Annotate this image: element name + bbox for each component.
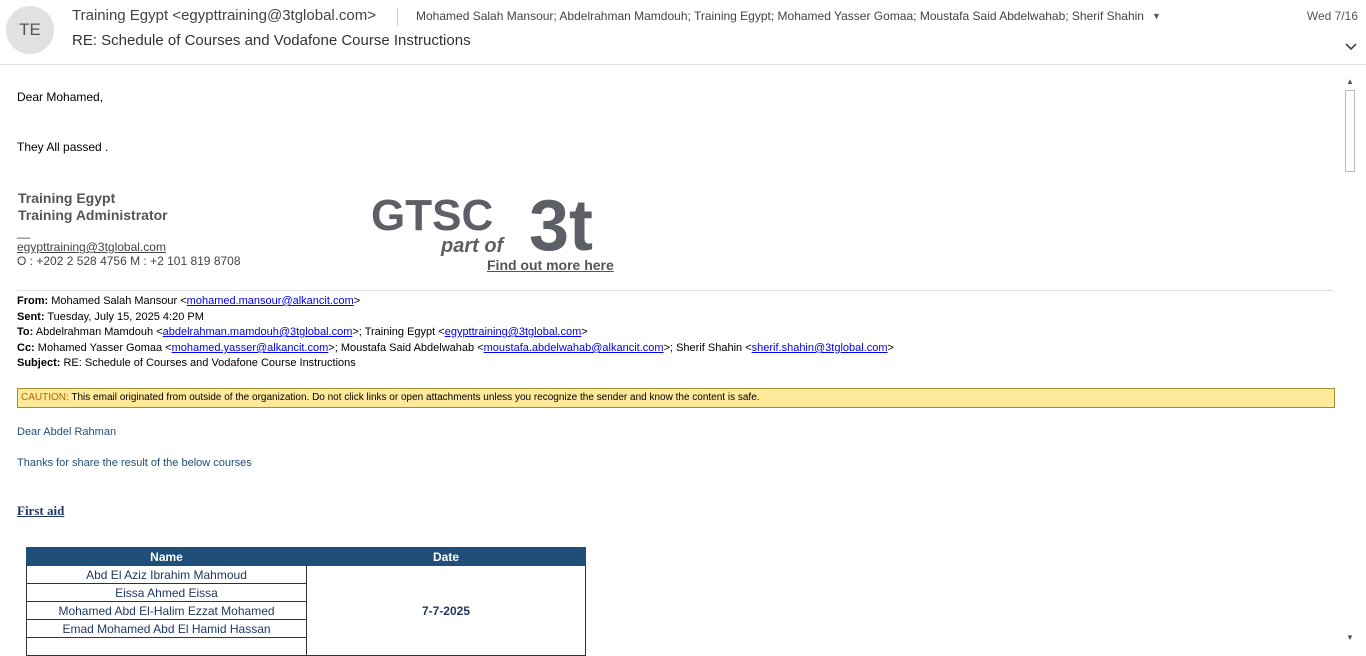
quoted-cc: Cc: Mohamed Yasser Gomaa <mohamed.yasser… (17, 341, 894, 357)
sender-from[interactable]: Training Egypt <egypttraining@3tglobal.c… (72, 7, 376, 24)
logo-brand: 3t (529, 186, 593, 266)
caution-banner: CAUTION: This email originated from outs… (17, 388, 1335, 408)
greeting: Dear Mohamed, (17, 90, 104, 104)
quoted-greeting: Dear Abdel Rahman (17, 426, 117, 438)
quoted-from: From: Mohamed Salah Mansour <mohamed.man… (17, 294, 360, 310)
message-subject: RE: Schedule of Courses and Vodafone Cou… (72, 32, 471, 49)
table-row: Abd El Aziz Ibrahim Mahmoud 7-7-2025 (26, 565, 586, 656)
caret-down-icon[interactable]: ▼ (1152, 11, 1161, 21)
recipients-text: Mohamed Salah Mansour; Abdelrahman Mamdo… (416, 9, 1144, 23)
cc-3-name: >; Sherif Shahin < (663, 342, 752, 354)
quoted-thanks: Thanks for share the result of the below… (17, 457, 252, 469)
find-out-more-link[interactable]: Find out more here (487, 257, 614, 273)
name-cell: Abd El Aziz Ibrahim Mahmoud (26, 565, 307, 584)
message-header: TE Training Egypt <egypttraining@3tgloba… (0, 0, 1366, 65)
from-email-link[interactable]: mohamed.mansour@alkancit.com (187, 295, 354, 307)
to-2-name: >; Training Egypt < (352, 326, 445, 338)
to-2-email-link[interactable]: egypttraining@3tglobal.com (445, 326, 582, 338)
to-label: To: (17, 326, 34, 338)
caution-label: CAUTION: (21, 392, 69, 403)
cc-close: > (887, 342, 894, 354)
name-cell: Eissa Ahmed Eissa (26, 583, 307, 602)
cc-label: Cc: (17, 342, 35, 354)
to-1-email-link[interactable]: abdelrahman.mamdouh@3tglobal.com (163, 326, 353, 338)
to-close: > (581, 326, 588, 338)
signature-dash: __ (17, 225, 31, 239)
quote-divider (17, 290, 1333, 291)
section-title: First aid (17, 503, 65, 518)
quoted-to: To: Abdelrahman Mamdouh <abdelrahman.mam… (17, 325, 588, 341)
from-name: Mohamed Salah Mansour < (51, 295, 187, 307)
message-text: They All passed . (17, 140, 109, 154)
sent-label: Sent: (17, 311, 45, 323)
logo-sub: part of (440, 235, 506, 257)
cc-3-email-link[interactable]: sherif.shahin@3tglobal.com (752, 342, 888, 354)
signature-phones: O : +202 2 528 4756 M : +2 101 819 8708 (17, 254, 241, 268)
quoted-sent: Sent: Tuesday, July 15, 2025 4:20 PM (17, 310, 204, 326)
chevron-down-icon[interactable] (1344, 40, 1358, 54)
caution-text: This email originated from outside of th… (68, 392, 760, 403)
signature-email-link[interactable]: egypttraining@3tglobal.com (17, 240, 166, 254)
header-divider (397, 8, 398, 26)
course-results-table: Name Date Abd El Aziz Ibrahim Mahmoud 7-… (26, 547, 586, 656)
message-date: Wed 7/16 (1306, 9, 1358, 23)
scrollbar-thumb[interactable] (1345, 90, 1355, 172)
from-close: > (353, 295, 361, 307)
quoted-subject: Subject: RE: Schedule of Courses and Vod… (17, 356, 356, 372)
cc-2-name: >; Moustafa Said Abdelwahab < (328, 342, 484, 354)
message-body: Dear Mohamed, They All passed . Training… (17, 65, 1335, 656)
scroll-up-icon[interactable]: ▲ (1343, 75, 1357, 89)
sender-avatar[interactable]: TE (6, 6, 54, 54)
name-cell: Emad Mohamed Abd El Hamid Hassan (26, 619, 307, 638)
sent-value: Tuesday, July 15, 2025 4:20 PM (47, 311, 204, 323)
subject-label: Subject: (17, 357, 61, 369)
signature-title: Training Administrator (18, 207, 168, 223)
cc-2-email-link[interactable]: moustafa.abdelwahab@alkancit.com (484, 342, 664, 354)
signature-name: Training Egypt (18, 190, 116, 206)
name-cell: Mohamed Abd El-Halim Ezzat Mohamed (26, 601, 307, 620)
cc-1-name: Mohamed Yasser Gomaa < (37, 342, 172, 354)
vertical-scrollbar[interactable]: ▲ ▼ (1343, 75, 1357, 645)
column-header-date: Date (306, 547, 586, 566)
table-header-row: Name Date (26, 547, 586, 566)
column-header-name: Name (26, 547, 307, 566)
scroll-down-icon[interactable]: ▼ (1343, 631, 1357, 645)
date-cell: 7-7-2025 (306, 565, 586, 656)
recipients-list[interactable]: Mohamed Salah Mansour; Abdelrahman Mamdo… (416, 9, 1161, 23)
to-1-name: Abdelrahman Mamdouh < (35, 326, 163, 338)
logo-main: GTSC (371, 191, 493, 240)
avatar-initials: TE (19, 20, 41, 39)
subject-value: RE: Schedule of Courses and Vodafone Cou… (63, 357, 356, 369)
from-label: From: (17, 295, 49, 307)
cc-1-email-link[interactable]: mohamed.yasser@alkancit.com (172, 342, 329, 354)
